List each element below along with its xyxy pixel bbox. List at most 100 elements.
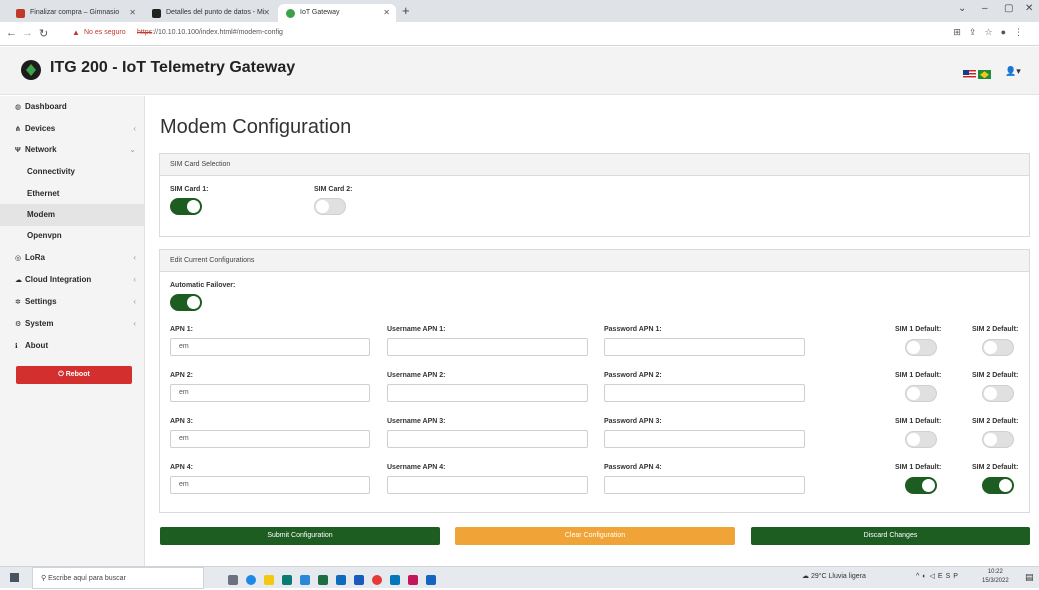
word-icon[interactable] [354,575,364,585]
app-icon[interactable] [426,575,436,585]
sidebar-item-modem[interactable]: Modem [0,204,145,226]
tab-title: IoT Gateway [300,9,340,16]
new-tab-icon[interactable]: + [402,3,410,18]
profile-icon[interactable]: ● [1001,27,1014,37]
browser-tab-iot-gateway[interactable]: IoT Gateway ✕ [278,4,396,22]
sidebar-item-dashboard[interactable]: ◍ Dashboard [0,96,145,118]
sim1-default-toggle[interactable] [905,477,937,494]
sim2-default-label: SIM 2 Default: [972,372,1019,379]
reboot-label: Reboot [65,371,90,378]
apn-label: APN 1: [170,326,193,333]
apn-input[interactable]: em [170,384,370,402]
app-title: ITG 200 - IoT Telemetry Gateway [50,59,296,76]
sidebar-item-system[interactable]: ⚙ System ‹ [0,313,145,335]
portuguese-flag-icon[interactable] [978,70,991,80]
chevron-left-icon: ‹ [133,275,136,284]
failover-toggle[interactable] [170,294,202,311]
translate-icon[interactable]: ⊞ [953,27,969,37]
sidebar-item-devices[interactable]: ⋔ Devices ‹ [0,118,145,140]
sim1-default-toggle[interactable] [905,385,937,402]
password-apn-label: Password APN 3: [604,418,662,425]
sidebar-item-label: Cloud Integration [25,275,92,284]
sim2-default-toggle[interactable] [982,477,1014,494]
sim2-toggle[interactable] [314,198,346,215]
submit-configuration-button[interactable]: Submit Configuration [160,527,440,545]
password-apn-input[interactable] [604,430,805,448]
clear-configuration-button[interactable]: Clear Configuration [455,527,735,545]
bookmark-star-icon[interactable]: ☆ [984,27,1000,37]
reboot-button[interactable]: ⏻ Reboot [16,366,132,384]
sim2-default-toggle[interactable] [982,431,1014,448]
browser-tab-finalizar[interactable]: Finalizar compra – Gimnasio ✕ [8,4,142,22]
task-view-icon[interactable] [228,575,238,585]
notifications-icon[interactable]: ▤ [1025,572,1034,583]
sim2-default-toggle[interactable] [982,385,1014,402]
back-icon[interactable]: ← [6,27,17,39]
apn-input[interactable]: em [170,430,370,448]
english-flag-icon[interactable] [963,70,976,80]
edge-icon[interactable] [246,575,256,585]
username-apn-input[interactable] [387,384,588,402]
sidebar-item-network[interactable]: Ψ Network ⌄ [0,139,145,161]
password-apn-input[interactable] [604,384,805,402]
language-indicator[interactable]: ESP [938,573,961,580]
maximize-icon[interactable]: ▢ [1004,3,1013,14]
file-explorer-icon[interactable] [264,575,274,585]
close-window-icon[interactable]: ✕ [1025,3,1033,14]
discard-changes-button[interactable]: Discard Changes [751,527,1030,545]
close-tab-icon[interactable]: ✕ [383,4,390,22]
excel-icon[interactable] [318,575,328,585]
username-apn-label: Username APN 4: [387,464,446,471]
close-tab-icon[interactable]: ✕ [263,4,270,22]
sidebar-item-lora[interactable]: ◎ LoRa ‹ [0,247,145,269]
tray-volume-icon[interactable]: ◁ [930,573,938,580]
taskbar-clock[interactable]: 10:22 15/3/2022 [982,568,1009,586]
sidebar-item-openvpn[interactable]: Openvpn [0,225,145,247]
password-apn-input[interactable] [604,338,805,356]
gateway-logo-icon [21,60,41,80]
apn-input[interactable]: em [170,338,370,356]
calculator-icon[interactable] [282,575,292,585]
url-field[interactable]: https://10.10.10.100/index.html#/modem-c… [137,29,283,36]
chrome-icon[interactable] [372,575,382,585]
close-tab-icon[interactable]: ✕ [129,4,136,22]
sim2-default-toggle[interactable] [982,339,1014,356]
lync-icon[interactable] [336,575,346,585]
sidebar-item-connectivity[interactable]: Connectivity [0,161,145,183]
password-apn-label: Password APN 1: [604,326,662,333]
tray-network-icon[interactable]: ◐ [922,573,929,580]
app-icon[interactable] [408,575,418,585]
apn-input[interactable]: em [170,476,370,494]
sim1-default-toggle[interactable] [905,431,937,448]
mail-icon[interactable] [300,575,310,585]
taskbar-apps [228,572,444,590]
address-bar: ← → ↻ ▲ No es seguro https://10.10.10.10… [0,22,1039,46]
forward-icon[interactable]: → [22,27,33,39]
sidebar-item-ethernet[interactable]: Ethernet [0,183,145,205]
username-apn-input[interactable] [387,430,588,448]
tab-search-icon[interactable]: ⌄ [958,3,966,14]
reload-icon[interactable]: ↻ [39,27,48,40]
user-menu-icon[interactable]: 👤▾ [1005,66,1021,77]
sidebar-item-settings[interactable]: ✲ Settings ‹ [0,291,145,313]
edit-configurations-card: Edit Current Configurations Automatic Fa… [159,249,1030,513]
sim1-default-label: SIM 1 Default: [895,372,942,379]
username-apn-input[interactable] [387,338,588,356]
sim1-default-toggle[interactable] [905,339,937,356]
sidebar-item-cloud-integration[interactable]: ☁ Cloud Integration ‹ [0,269,145,291]
browser-tab-detalles[interactable]: Detalles del punto de datos - Mi ✕ [144,4,276,22]
taskbar-search[interactable]: ⚲ Escribe aquí para buscar [32,567,204,589]
warning-icon[interactable]: ▲ [72,28,80,37]
windows-start-icon[interactable] [10,573,19,582]
app-icon[interactable] [390,575,400,585]
password-apn-input[interactable] [604,476,805,494]
menu-dots-icon[interactable]: ⋮ [1014,27,1031,37]
share-icon[interactable]: ⇪ [969,27,985,37]
taskbar-weather[interactable]: ☁ 29°C Lluvia ligera [802,572,866,580]
cogs-icon: ⚙ [15,321,22,328]
sim1-toggle[interactable] [170,198,202,215]
minimize-icon[interactable]: – [982,3,988,14]
username-apn-input[interactable] [387,476,588,494]
security-warning[interactable]: No es seguro [84,29,126,36]
sidebar-item-about[interactable]: ℹ About [0,335,145,357]
